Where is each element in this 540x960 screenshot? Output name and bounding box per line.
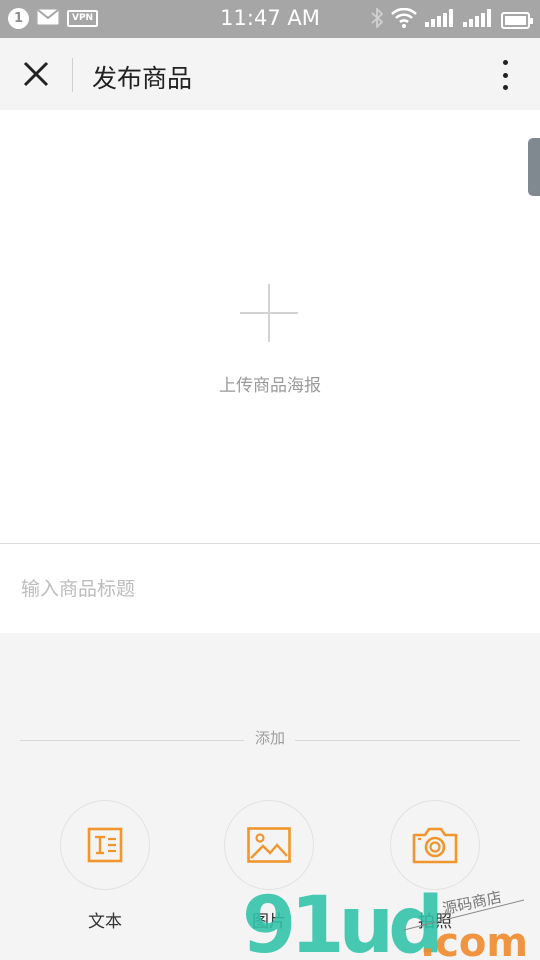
side-drawer-handle[interactable] <box>528 138 540 196</box>
upload-poster-label: 上传商品海报 <box>219 376 321 396</box>
status-bar: 1 VPN 11:47 AM <box>0 0 540 38</box>
page-title: 发布商品 <box>92 64 193 93</box>
add-text-label: 文本 <box>88 912 122 932</box>
more-options-button[interactable] <box>490 58 520 92</box>
wifi-icon <box>391 7 417 32</box>
title-bar: 发布商品 <box>0 38 540 110</box>
camera-icon <box>412 827 458 864</box>
add-section-divider: 添加 <box>20 727 520 747</box>
status-bar-right <box>371 6 533 32</box>
battery-icon <box>501 11 533 29</box>
svg-text:.com: .com <box>420 920 528 960</box>
add-section-label: 添加 <box>254 729 285 747</box>
title-input-container <box>0 543 540 633</box>
text-icon <box>87 827 123 863</box>
svg-text:源码商店: 源码商店 <box>441 888 503 918</box>
bluetooth-icon <box>371 6 384 32</box>
close-button[interactable] <box>18 56 54 92</box>
upload-poster-area[interactable]: 上传商品海报 <box>0 110 540 543</box>
product-title-input[interactable] <box>21 574 521 604</box>
plus-icon <box>240 284 298 342</box>
watermark-logo: 91ud .com 源码商店 <box>242 878 532 960</box>
more-vertical-icon <box>502 60 508 65</box>
signal-icon-sim1 <box>425 9 455 31</box>
close-icon <box>23 61 49 87</box>
add-text-button[interactable]: 文本 <box>59 800 151 932</box>
image-icon <box>247 827 291 863</box>
svg-text:91ud: 91ud <box>242 881 438 960</box>
title-divider <box>72 58 73 92</box>
signal-icon-sim2 <box>463 9 493 31</box>
add-divider-right <box>295 740 520 741</box>
